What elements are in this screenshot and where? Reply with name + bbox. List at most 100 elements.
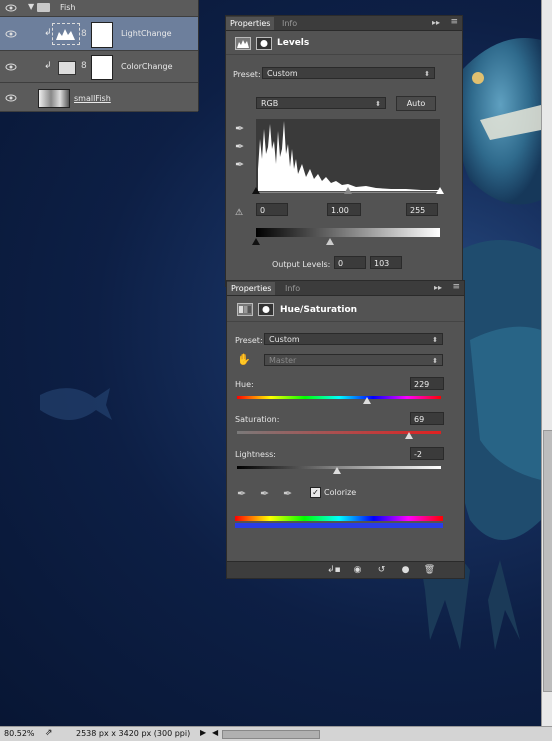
lightness-slider-handle[interactable]: [332, 467, 341, 474]
select-arrow-icon: ⬍: [375, 100, 381, 108]
saturation-slider-handle[interactable]: [405, 432, 414, 439]
tab-properties[interactable]: Properties: [226, 17, 275, 30]
saturation-label: Saturation:: [235, 415, 280, 424]
input-gamma-handle[interactable]: [344, 187, 352, 194]
preset-select[interactable]: Custom ⬍: [264, 333, 443, 345]
output-black-field[interactable]: 0: [334, 256, 366, 269]
input-gamma-field[interactable]: 1.00: [327, 203, 361, 216]
collapse-icon[interactable]: ▸▸: [434, 283, 442, 292]
hue-value-field[interactable]: 229: [410, 377, 444, 390]
panel-tabs: Properties Info ▸▸ ≡: [226, 16, 462, 31]
reset-icon[interactable]: ↺: [375, 565, 388, 575]
link-icon[interactable]: 8: [81, 61, 87, 71]
panel-footer: ↲▪ ◉ ↺ ● 🗑: [227, 561, 464, 578]
preset-value: Custom: [269, 335, 300, 344]
document-info: 2538 px x 3420 px (300 ppi): [76, 729, 191, 738]
panel-title: Hue/Saturation: [280, 305, 358, 315]
eye-icon[interactable]: [5, 30, 17, 38]
black-eyedropper-icon[interactable]: ✒: [235, 122, 244, 135]
colorize-checkbox[interactable]: ✓: [310, 487, 321, 498]
panel-title: Levels: [277, 38, 310, 48]
mask-icon[interactable]: [258, 303, 274, 316]
layer-mask-thumbnail[interactable]: [91, 55, 113, 80]
input-white-handle[interactable]: [436, 187, 444, 194]
clip-to-layer-icon[interactable]: ↲▪: [327, 565, 341, 575]
select-arrow-icon: ⬍: [424, 70, 430, 78]
hand-tool-icon[interactable]: ✋: [237, 353, 251, 366]
collapse-icon[interactable]: ▸▸: [432, 18, 440, 27]
hue-slider-handle[interactable]: [362, 397, 371, 404]
result-color-bar: [235, 523, 443, 528]
status-menu-arrow-icon[interactable]: ▶: [200, 728, 206, 737]
tab-properties[interactable]: Properties: [227, 282, 276, 295]
preset-value: Custom: [267, 69, 298, 78]
tab-info[interactable]: Info: [281, 282, 304, 295]
panel-tabs: Properties Info ▸▸ ≡: [227, 281, 464, 296]
colorize-label: Colorize: [324, 488, 357, 497]
eye-icon[interactable]: [5, 63, 17, 71]
input-white-field[interactable]: 255: [406, 203, 438, 216]
hue-label: Hue:: [235, 380, 254, 389]
zoom-level[interactable]: 80.52%: [4, 729, 35, 738]
eyedropper-icon[interactable]: ✒: [237, 487, 246, 500]
auto-button[interactable]: Auto: [396, 96, 436, 111]
vertical-scrollbar[interactable]: [541, 0, 552, 726]
select-arrow-icon: ⬍: [432, 357, 438, 365]
preset-label: Preset:: [235, 336, 263, 345]
panel-header: Levels: [226, 32, 462, 55]
layer-group-row[interactable]: ▼ Fish: [0, 0, 198, 17]
gray-eyedropper-icon[interactable]: ✒: [235, 140, 244, 153]
panel-menu-icon[interactable]: ≡: [450, 17, 458, 27]
horizontal-scrollbar-thumb[interactable]: [222, 730, 320, 739]
layer-group-name: Fish: [60, 3, 76, 12]
range-value: Master: [269, 356, 297, 365]
eye-icon[interactable]: [5, 94, 17, 102]
eyedropper-plus-icon[interactable]: ✒: [260, 487, 269, 500]
clip-arrow-icon: ↲: [44, 28, 52, 38]
tab-info[interactable]: Info: [278, 17, 301, 30]
output-white-handle[interactable]: [326, 238, 334, 245]
clip-arrow-icon: ↲: [44, 61, 52, 71]
panel-header: Hue/Saturation: [227, 297, 464, 322]
mask-icon[interactable]: [256, 37, 272, 50]
eyedropper-minus-icon[interactable]: ✒: [283, 487, 292, 500]
clipping-warning-icon[interactable]: ⚠: [235, 208, 243, 218]
panel-menu-icon[interactable]: ≡: [452, 282, 460, 292]
layer-mask-thumbnail[interactable]: [91, 22, 113, 48]
chevron-down-icon[interactable]: ▼: [28, 2, 34, 11]
scrollbar-thumb[interactable]: [543, 430, 552, 692]
visibility-icon[interactable]: ●: [399, 565, 412, 575]
hue-saturation-adjustment-icon: [58, 61, 76, 75]
preset-label: Preset:: [233, 70, 261, 79]
layer-row[interactable]: smallFish: [0, 83, 198, 112]
lightness-value-field[interactable]: -2: [410, 447, 444, 460]
layer-row[interactable]: ↲ 8 LightChange: [0, 17, 198, 51]
saturation-value-field[interactable]: 69: [410, 412, 444, 425]
white-eyedropper-icon[interactable]: ✒: [235, 158, 244, 171]
preset-select[interactable]: Custom ⬍: [262, 67, 435, 79]
eye-icon[interactable]: [5, 4, 17, 12]
layer-name: LightChange: [121, 29, 172, 38]
hue-spectrum-bar: [235, 516, 443, 521]
folder-icon: [37, 3, 50, 12]
hue-slider-track[interactable]: [237, 396, 441, 399]
output-gradient-bar: [256, 228, 440, 237]
scroll-left-icon[interactable]: ◀: [212, 728, 218, 737]
layer-thumbnail[interactable]: [38, 89, 70, 108]
hue-saturation-properties-panel: Properties Info ▸▸ ≡ Hue/Saturation Pres…: [226, 280, 465, 579]
channel-value: RGB: [261, 99, 279, 108]
view-previous-icon[interactable]: ◉: [351, 565, 364, 575]
layer-row[interactable]: ↲ 8 ColorChange: [0, 51, 198, 83]
output-white-field[interactable]: 103: [370, 256, 402, 269]
trash-icon[interactable]: 🗑: [423, 565, 436, 575]
share-icon[interactable]: ⇗: [45, 728, 53, 738]
range-select[interactable]: Master ⬍: [264, 354, 443, 366]
lightness-label: Lightness:: [235, 450, 276, 459]
link-icon[interactable]: 8: [81, 29, 87, 39]
output-black-handle[interactable]: [252, 238, 260, 245]
input-black-field[interactable]: 0: [256, 203, 288, 216]
input-black-handle[interactable]: [252, 187, 260, 194]
channel-select[interactable]: RGB ⬍: [256, 97, 386, 109]
layer-name: smallFish: [74, 94, 111, 103]
layers-panel: ▼ Fish ↲ 8 LightChange ↲ 8 ColorChange s…: [0, 0, 199, 112]
